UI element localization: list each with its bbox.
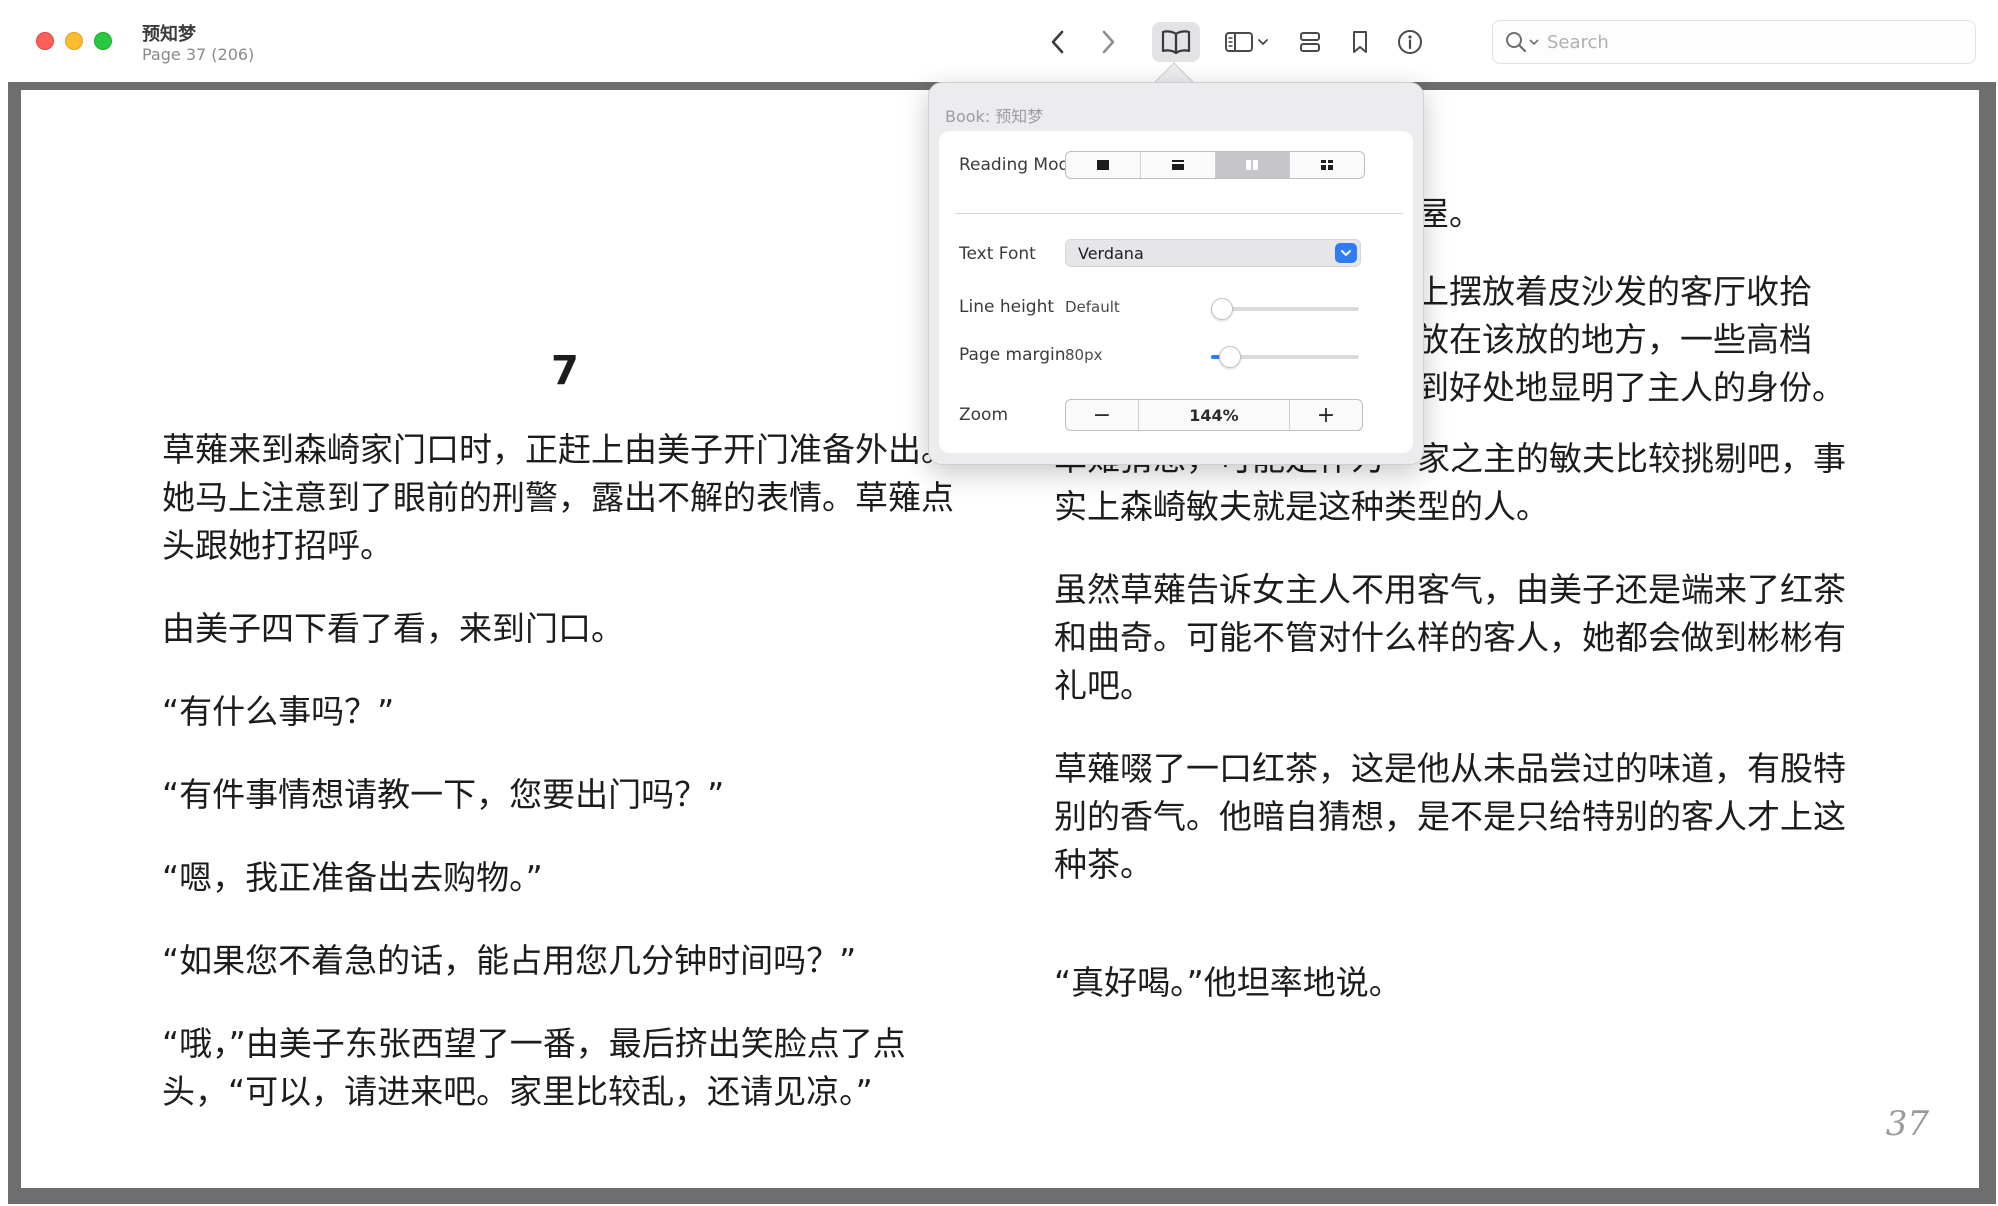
chevron-right-icon [1102,30,1115,54]
paragraph: “嗯，我正准备出去购物。” [162,858,543,897]
popover-header: Book: 预知梦 [945,107,1044,126]
paragraph: “哦，”由美子东张西望了一番，最后挤出笑脸点了点头，“可以，请进来吧。家里比较乱… [162,1024,906,1111]
close-window-button[interactable] [36,32,54,50]
right-text-fragment: 际上摆放着皮沙发的客厅收拾 [1383,272,1812,311]
zoom-out-button[interactable]: − [1066,400,1138,430]
single-page-icon [1096,160,1109,170]
chapter-number: 7 [551,348,579,394]
back-button[interactable] [1040,22,1076,62]
line-height-label: Line height [959,297,1055,317]
open-book-icon [1161,30,1191,55]
document-title: 预知梦 [142,24,196,45]
search-placeholder: Search [1547,31,1609,53]
zoom-value: 144% [1138,400,1290,430]
bookmark-icon [1353,31,1367,53]
slider-knob[interactable] [1218,346,1241,368]
minimize-window-button[interactable] [65,32,83,50]
line-height-value: Default [1065,298,1120,316]
sidebar-toggle-button[interactable] [1218,22,1274,62]
reading-mode-two-page[interactable] [1215,152,1291,178]
paragraph: “真好喝。”他坦率地说。 [1054,963,1402,1002]
zoom-stepper[interactable]: − 144% + [1065,399,1363,431]
title-bar: 预知梦 Page 37 (206) Search [0,0,1998,82]
continuous-scroll-icon [1171,160,1184,170]
text-font-value: Verdana [1078,243,1144,263]
info-button[interactable] [1392,22,1428,62]
chevron-left-icon [1051,30,1064,54]
zoom-in-button[interactable]: + [1290,400,1362,430]
reading-mode-two-page-cover[interactable] [1290,152,1364,178]
bookmark-button[interactable] [1342,22,1378,62]
sidebar-icon [1224,32,1253,52]
chevron-down-icon [1341,250,1351,257]
paragraph: 草薙来到森崎家门口时，正赶上由美子开门准备外出。她马上注意到了眼前的刑警，露出不… [162,430,954,565]
chevron-down-icon [1529,39,1539,46]
page-margin-label: Page margin [959,345,1066,365]
text-font-select[interactable]: Verdana [1065,239,1361,267]
zoom-label: Zoom [959,405,1009,425]
paragraph: “有什么事吗？” [162,692,395,731]
two-page-cover-icon [1321,160,1334,170]
page-margin-slider[interactable] [1211,346,1359,368]
forward-button[interactable] [1090,22,1126,62]
two-page-icon [1246,160,1259,170]
divider [955,213,1403,214]
document-page-info: Page 37 (206) [142,45,255,64]
search-field[interactable]: Search [1492,20,1976,64]
reading-mode-single-page[interactable] [1066,152,1141,178]
paragraph: 由美子四下看了看，来到门口。 [162,609,624,648]
paragraph: “有件事情想请教一下，您要出门吗？” [162,775,725,814]
reading-mode-label: Reading Mode [959,155,1080,175]
book-settings-button[interactable] [1152,22,1200,62]
book-settings-popover: Book: 预知梦 Reading Mode Text Font Verdana [928,82,1424,465]
page-margin-value: 80px [1065,346,1103,364]
chevron-down-icon [1257,39,1268,46]
search-icon [1506,32,1527,53]
slider-knob[interactable] [1211,298,1233,320]
line-height-slider[interactable] [1211,298,1359,320]
right-page-text: 草薙猜想，可能是作为一家之主的敏夫比较挑剔吧，事实上森崎敏夫就是这种类型的人。 … [1054,435,1874,1042]
paragraph: “如果您不着急的话，能占用您几分钟时间吗？” [162,941,857,980]
reading-mode-continuous[interactable] [1141,152,1216,178]
right-text-fragment: 恰到好处地显明了主人的身份。 [1383,368,1845,407]
zoom-window-button[interactable] [94,32,112,50]
paragraph: 草薙啜了一口红茶，这是他从未品尝过的味道，有股特别的香气。他暗自猜想，是不是只给… [1054,749,1846,884]
left-page-text: 草薙来到森崎家门口时，正赶上由美子开门准备外出。她马上注意到了眼前的刑警，露出不… [162,426,972,1151]
stacked-pages-icon [1300,32,1320,52]
info-icon [1398,30,1422,54]
page-number: 37 [1885,1104,1929,1144]
select-dropdown-button[interactable] [1335,243,1357,263]
page-layout-button[interactable] [1292,22,1328,62]
reading-mode-segmented-control[interactable] [1065,151,1365,179]
paragraph: 虽然草薙告诉女主人不用客气，由美子还是端来了红茶和曲奇。可能不管对什么样的客人，… [1054,570,1846,705]
text-font-label: Text Font [959,244,1036,264]
right-text-fragment: 都放在该放的地方，一些高档 [1383,320,1812,359]
settings-panel: Reading Mode Text Font Verdana Line heig… [939,131,1413,453]
